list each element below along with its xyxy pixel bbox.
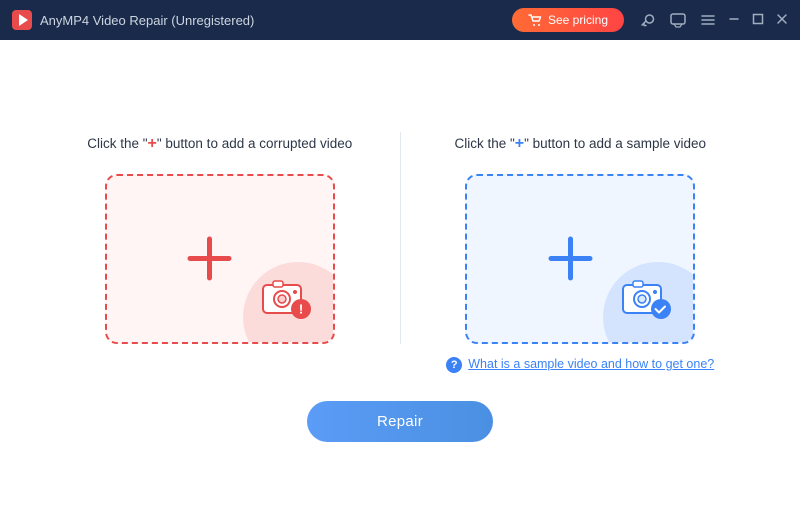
menu-icon[interactable] — [700, 12, 716, 28]
repair-button[interactable]: Repair — [307, 401, 493, 442]
sample-instruction: Click the "+" button to add a sample vid… — [454, 132, 706, 156]
corrupted-plus-symbol: + — [148, 135, 157, 152]
sample-camera-icon — [621, 275, 673, 324]
corrupted-panel: Click the "+" button to add a corrupted … — [40, 132, 401, 344]
cart-icon — [528, 14, 542, 26]
help-link-container: ? What is a sample video and how to get … — [446, 356, 714, 374]
sample-plus-icon — [540, 229, 600, 289]
message-icon[interactable] — [670, 12, 686, 28]
title-bar-actions — [640, 12, 716, 28]
corrupted-camera-icon: ! — [261, 275, 313, 324]
corrupted-plus-icon — [180, 229, 240, 289]
panels-container: Click the "+" button to add a corrupted … — [40, 132, 760, 374]
sample-panel: Click the "+" button to add a sample vid… — [401, 132, 761, 374]
sample-plus-symbol: + — [515, 135, 524, 152]
app-title: AnyMP4 Video Repair (Unregistered) — [40, 13, 512, 28]
maximize-button[interactable] — [752, 13, 764, 27]
sample-drop-zone[interactable] — [465, 174, 695, 344]
key-icon[interactable] — [640, 12, 656, 28]
sample-video-help-link[interactable]: What is a sample video and how to get on… — [468, 356, 714, 374]
repair-btn-container: Repair — [307, 401, 493, 442]
corrupted-drop-zone[interactable]: ! — [105, 174, 335, 344]
help-icon: ? — [446, 357, 462, 373]
svg-text:!: ! — [299, 301, 303, 316]
window-controls — [728, 13, 788, 27]
minimize-button[interactable] — [728, 13, 740, 27]
close-button[interactable] — [776, 13, 788, 27]
app-logo — [12, 10, 32, 30]
corrupted-instruction: Click the "+" button to add a corrupted … — [87, 132, 352, 156]
see-pricing-button[interactable]: See pricing — [512, 8, 624, 32]
title-bar: AnyMP4 Video Repair (Unregistered) See p… — [0, 0, 800, 40]
main-content: Click the "+" button to add a corrupted … — [0, 40, 800, 524]
